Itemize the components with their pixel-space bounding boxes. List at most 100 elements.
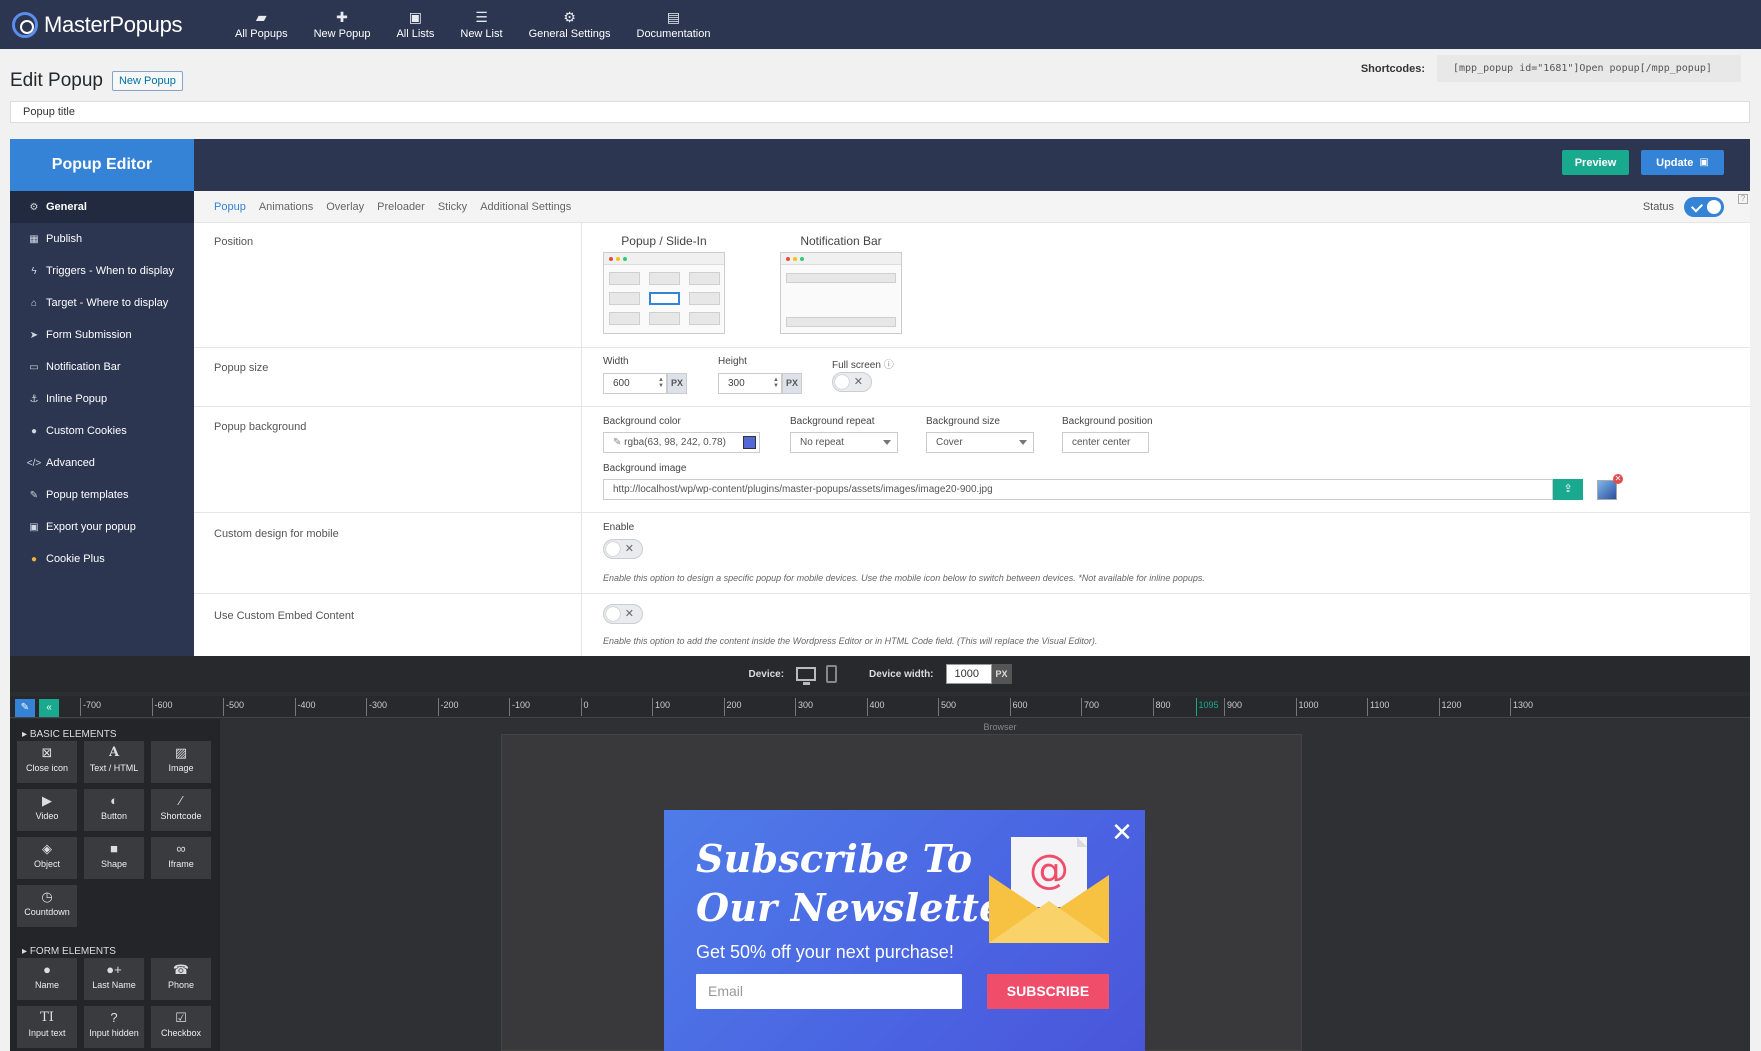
element-shortcode[interactable]: ⁄ Shortcode <box>151 789 211 831</box>
sidebar-item-cookie-plus[interactable]: ● Cookie Plus <box>10 543 194 575</box>
element-checkbox[interactable]: ☑ Checkbox <box>151 1006 211 1048</box>
position-cell[interactable] <box>689 292 720 305</box>
envelope-icon[interactable]: @ <box>989 835 1109 945</box>
update-button[interactable]: Update ▣ <box>1641 150 1724 175</box>
element-iframe[interactable]: ∞ Iframe <box>151 837 211 879</box>
brand[interactable]: MasterPopups <box>12 11 222 38</box>
element-close-icon[interactable]: ⊠ Close icon <box>17 741 77 783</box>
top-navbar: MasterPopups ▰ All Popups ✚ New Popup ▣ All… <box>0 0 1761 49</box>
sidebar-item-export[interactable]: ▣ Export your popup <box>10 511 194 543</box>
shortcode-code[interactable]: [mpp_popup id="1681"]Open popup[/mpp_pop… <box>1437 55 1741 82</box>
spinner-icon[interactable]: ▲ ▼ <box>773 377 779 389</box>
element-last-name[interactable]: ●+ Last Name <box>84 958 144 1000</box>
sidebar-item-advanced[interactable]: </> Advanced <box>10 447 194 479</box>
color-swatch[interactable] <box>743 436 756 449</box>
desktop-icon[interactable] <box>796 667 817 685</box>
position-popup-picker[interactable] <box>603 252 725 334</box>
nav-new-list[interactable]: ☰ New List <box>447 9 515 40</box>
popup-title-input[interactable]: Popup title <box>10 101 1750 123</box>
nav-all-popups[interactable]: ▰ All Popups <box>222 9 301 40</box>
element-image[interactable]: ▨ Image <box>151 741 211 783</box>
email-field[interactable]: Email <box>696 974 962 1009</box>
position-cell[interactable] <box>689 272 720 285</box>
mobile-icon[interactable] <box>826 665 838 683</box>
element-text-html[interactable]: A Text / HTML <box>84 741 144 783</box>
help-icon[interactable]: ? <box>1738 194 1748 204</box>
sidebar-item-triggers[interactable]: ϟ Triggers - When to display <box>10 255 194 287</box>
position-notification-picker[interactable] <box>780 252 902 334</box>
nav-all-lists[interactable]: ▣ All Lists <box>383 9 447 40</box>
anchor-icon: ⚓ <box>29 393 39 405</box>
popup-preview[interactable]: ✕ Subscribe To Our Newsletter @ Get 50% … <box>664 810 1145 1051</box>
position-cell[interactable] <box>609 292 640 305</box>
fullscreen-toggle[interactable]: ✕ <box>832 372 872 392</box>
remove-image-icon[interactable]: ✕ <box>1613 474 1623 484</box>
tab-popup[interactable]: Popup <box>214 201 246 213</box>
width-input[interactable]: 600 ▲ ▼ <box>603 373 667 394</box>
element-countdown[interactable]: ◷ Countdown <box>17 885 77 927</box>
sidebar-item-inline-popup[interactable]: ⚓ Inline Popup <box>10 383 194 415</box>
ruler-tick <box>1009 698 1011 716</box>
upload-icon[interactable]: ⇪ <box>1553 479 1583 500</box>
position-cell[interactable] <box>689 312 720 325</box>
preview-button[interactable]: Preview <box>1562 150 1629 175</box>
notification-bottom-option[interactable] <box>786 317 896 327</box>
sidebar-item-form-submission[interactable]: ➤ Form Submission <box>10 319 194 351</box>
nav-new-popup[interactable]: ✚ New Popup <box>301 9 384 40</box>
mobile-enable-toggle[interactable]: ✕ <box>603 539 643 559</box>
element-name[interactable]: ● Name <box>17 958 77 1000</box>
embed-toggle[interactable]: ✕ <box>603 604 643 624</box>
paper-plane-icon: ➤ <box>29 329 39 341</box>
device-label: Device: <box>748 668 785 680</box>
nav-documentation[interactable]: ▤ Documentation <box>624 9 724 40</box>
help-icon[interactable]: ⓘ <box>884 360 894 371</box>
sidebar-item-popup-templates[interactable]: ✎ Popup templates <box>10 479 194 511</box>
bg-image-input[interactable]: http://localhost/wp/wp-content/plugins/m… <box>603 479 1553 500</box>
embed-help-text: Enable this option to add the content in… <box>603 636 1098 646</box>
new-popup-button[interactable]: New Popup <box>111 71 183 91</box>
bg-color-input[interactable]: ✎ rgba(63, 98, 242, 0.78) <box>603 432 760 453</box>
sidebar-item-publish[interactable]: ▦ Publish <box>10 223 194 255</box>
element-button[interactable]: ◐ Button <box>84 789 144 831</box>
popup-title[interactable]: Subscribe To Our Newsletter <box>696 834 1024 932</box>
bg-size-select[interactable]: Cover <box>926 432 1034 453</box>
position-cell-selected[interactable] <box>649 292 680 305</box>
tab-preloader[interactable]: Preloader <box>377 201 425 213</box>
close-icon[interactable]: ✕ <box>1111 819 1133 845</box>
wrench-icon[interactable]: ✎ <box>15 699 35 717</box>
popup-title-line2: Our Newsletter <box>696 885 1024 930</box>
sidebar-item-custom-cookies[interactable]: ● Custom Cookies <box>10 415 194 447</box>
position-cell[interactable] <box>649 272 680 285</box>
status-toggle[interactable] <box>1684 197 1724 217</box>
tab-additional-settings[interactable]: Additional Settings <box>480 201 571 213</box>
collapse-icon[interactable]: « <box>39 699 59 717</box>
device-width-input[interactable]: 1000 <box>945 664 992 684</box>
sidebar-item-target[interactable]: ⌂ Target - Where to display <box>10 287 194 319</box>
bg-position-input[interactable]: center center <box>1062 432 1149 453</box>
position-popup-title: Popup / Slide-In <box>621 234 707 248</box>
element-phone[interactable]: ☎ Phone <box>151 958 211 1000</box>
nav-label: Documentation <box>636 28 711 40</box>
dot-icon <box>616 257 620 261</box>
tab-animations[interactable]: Animations <box>259 201 313 213</box>
tab-overlay[interactable]: Overlay <box>326 201 364 213</box>
spinner-icon[interactable]: ▲ ▼ <box>658 377 664 389</box>
position-cell[interactable] <box>609 312 640 325</box>
element-shape[interactable]: ■ Shape <box>84 837 144 879</box>
subscribe-button[interactable]: SUBSCRIBE <box>987 974 1109 1009</box>
element-video[interactable]: ▶ Video <box>17 789 77 831</box>
bg-repeat-select[interactable]: No repeat <box>790 432 898 453</box>
sidebar-item-general[interactable]: ⚙ General <box>10 191 194 223</box>
height-input[interactable]: 300 ▲ ▼ <box>718 373 782 394</box>
tab-sticky[interactable]: Sticky <box>438 201 467 213</box>
position-cell[interactable] <box>609 272 640 285</box>
notification-top-option[interactable] <box>786 273 896 283</box>
ruler-tick-label: 1300 <box>1513 700 1534 710</box>
element-input-hidden[interactable]: ? Input hidden <box>84 1006 144 1048</box>
popup-subtitle[interactable]: Get 50% off your next purchase! <box>696 942 954 963</box>
element-object[interactable]: ◈ Object <box>17 837 77 879</box>
nav-general-settings[interactable]: ⚙ General Settings <box>516 9 624 40</box>
sidebar-item-notification-bar[interactable]: ▭ Notification Bar <box>10 351 194 383</box>
position-cell[interactable] <box>649 312 680 325</box>
element-input-text[interactable]: TI Input text <box>17 1006 77 1048</box>
